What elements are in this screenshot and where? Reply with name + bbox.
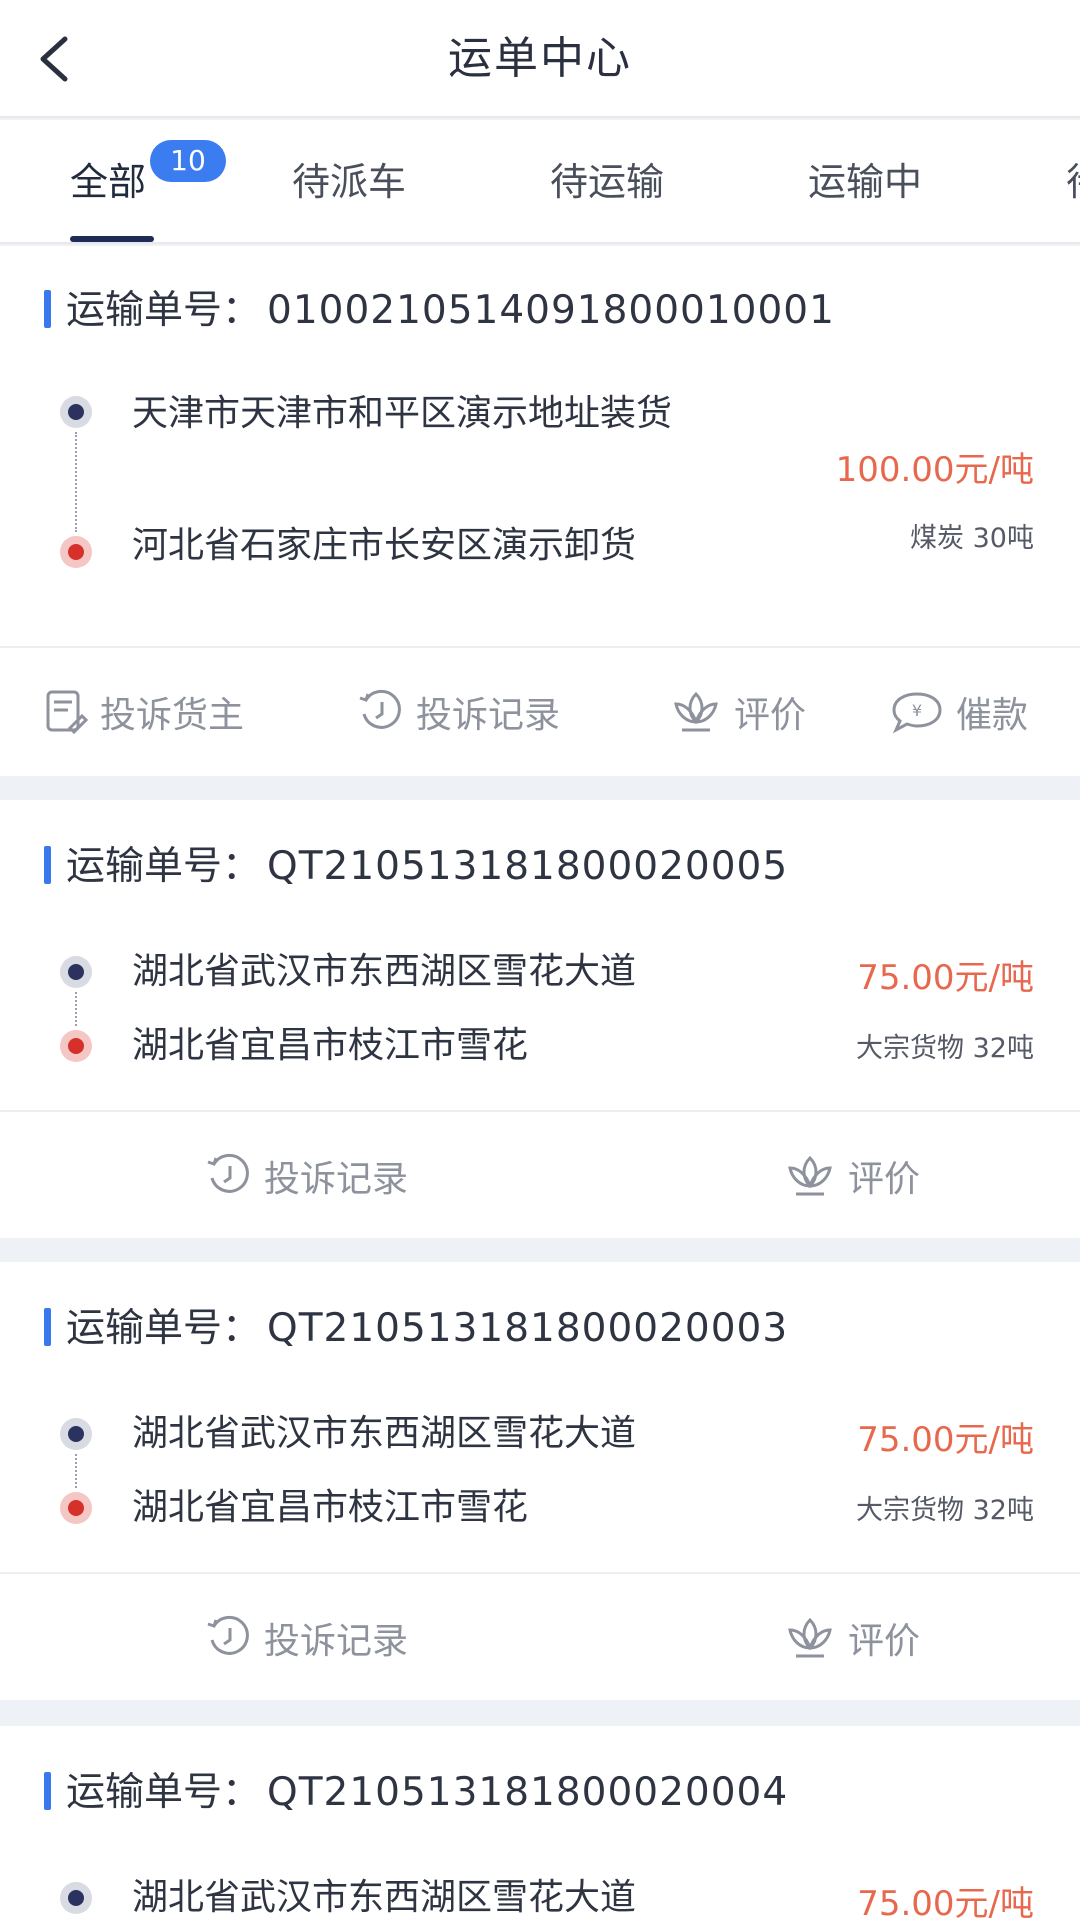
unload-point-icon [60,1030,92,1062]
order-number: QT210513181800020003 [267,1306,789,1351]
payment-message-icon: ¥ [892,692,942,734]
unit-price: 75.00元/吨 [857,958,1034,998]
unit-price: 100.00元/吨 [835,450,1034,490]
action-bar: 投诉记录 评价 [0,1574,1080,1700]
header-bar: 运单中心 [0,0,1080,118]
order-number: QT210513181800020004 [267,1770,789,1815]
tab-in-transit[interactable]: 运输中 [808,120,922,242]
tab-pending-transport[interactable]: 待运输 [550,120,664,242]
order-number-label: 运输单号： [66,288,262,333]
complaint-form-icon [46,690,89,735]
unit-price: 75.00元/吨 [857,1884,1034,1920]
order-number: QT210513181800020005 [267,844,789,889]
unloading-address: 河北省石家庄市长安区演示卸货 [132,525,637,566]
load-point-icon [60,396,92,428]
load-point-icon [60,1882,92,1914]
status-tabs: 全部 待派车 待运输 运输中 待 [0,120,1080,244]
order-card[interactable]: 运输单号： QT210513181800020004 湖北省武汉市东西湖区雪花大道… [0,1726,1080,1920]
rate-button[interactable]: 评价 [782,1612,920,1664]
lotus-rating-icon [788,1155,832,1196]
order-card[interactable]: 运输单号： QT210513181800020003 湖北省武汉市东西湖区雪花大道… [0,1262,1080,1700]
loading-address: 湖北省武汉市东西湖区雪花大道 [132,951,637,992]
order-card[interactable]: 运输单号： 0100210514091800010001 天津市天津市和平区演示地… [0,246,1080,776]
lotus-rating-icon [788,1617,832,1658]
history-icon [207,1153,249,1193]
svg-text:¥: ¥ [912,701,922,720]
route-line [75,432,77,532]
request-payment-button[interactable]: ¥ 催款 [888,686,1028,738]
order-number-label: 运输单号： [66,1306,262,1351]
route-line [75,992,77,1026]
order-card[interactable]: 运输单号： QT210513181800020005 湖北省武汉市东西湖区雪花大道… [0,800,1080,1238]
tab-all[interactable]: 全部 [70,120,146,242]
history-icon [359,689,401,729]
complaint-history-button[interactable]: 投诉记录 [204,1612,408,1664]
action-bar: 投诉货主 投诉记录 评价 ¥ 催款 [0,648,1080,776]
order-number-label: 运输单号： [66,1770,262,1815]
tab-pending-dispatch[interactable]: 待派车 [292,120,406,242]
active-tab-indicator [70,236,154,242]
waybill-center-screen: 运单中心 全部 待派车 待运输 运输中 待 10 运输单号：0100210514… [0,0,1080,1920]
accent-bar [44,1308,51,1346]
order-number-label: 运输单号： [66,844,262,889]
load-point-icon [60,1418,92,1450]
unload-point-icon [60,536,92,568]
accent-bar [44,290,51,328]
accent-bar [44,1772,51,1810]
order-number-row: 运输单号： QT210513181800020003 [0,1284,1080,1374]
rate-button[interactable]: 评价 [782,1150,920,1202]
order-number-row: 运输单号： QT210513181800020004 [0,1748,1080,1838]
loading-address: 天津市天津市和平区演示地址装货 [132,393,673,434]
complaint-history-button[interactable]: 投诉记录 [204,1150,408,1202]
rate-button[interactable]: 评价 [668,686,806,738]
loading-address: 湖北省武汉市东西湖区雪花大道 [132,1877,637,1918]
order-number: 0100210514091800010001 [267,288,835,333]
history-icon [207,1615,249,1655]
order-number-row: 运输单号： QT210513181800020005 [0,822,1080,912]
tab-more[interactable]: 待 [1066,120,1080,242]
cargo-info: 大宗货物 32吨 [856,1495,1034,1526]
unload-point-icon [60,1492,92,1524]
accent-bar [44,846,51,884]
unloading-address: 湖北省宜昌市枝江市雪花 [132,1487,529,1528]
page-title: 运单中心 [448,33,632,84]
load-point-icon [60,956,92,988]
route-line [75,1454,77,1488]
all-count-badge: 10 [150,140,226,182]
action-bar: 投诉记录 评价 [0,1112,1080,1238]
unloading-address: 湖北省宜昌市枝江市雪花 [132,1025,529,1066]
cargo-info: 大宗货物 32吨 [856,1033,1034,1064]
cargo-info: 煤炭 30吨 [910,523,1034,554]
complain-shipper-button[interactable]: 投诉货主 [42,686,244,738]
loading-address: 湖北省武汉市东西湖区雪花大道 [132,1413,637,1454]
unit-price: 75.00元/吨 [857,1420,1034,1460]
lotus-rating-icon [674,691,718,732]
complaint-history-button[interactable]: 投诉记录 [356,686,560,738]
order-number-row: 运输单号： 0100210514091800010001 [0,266,1080,356]
